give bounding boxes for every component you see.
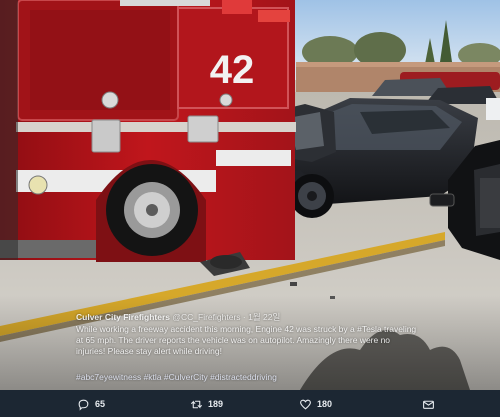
display-name[interactable]: Culver City Firefighters [76,312,170,322]
tweet-timestamp[interactable]: 1월 22일 [248,312,280,322]
direct-message-button[interactable] [422,396,440,412]
fire-truck: 42 [0,0,296,262]
like-icon [300,399,311,410]
tweet-action-bar: 65 189 180 [0,390,500,417]
retweet-button[interactable]: 189 [190,396,223,412]
direct-message-icon [423,400,434,409]
reply-button[interactable]: 65 [77,396,105,412]
truck-number: 42 [210,48,255,92]
tweet-header: Culver City Firefighters @CC_Firefighter… [76,312,421,323]
retweet-count: 189 [208,399,224,409]
tweet-text-overlay: Culver City Firefighters @CC_Firefighter… [76,312,421,357]
separator: · [242,312,246,322]
retweet-icon [191,399,202,409]
reply-count: 65 [95,399,106,409]
reply-icon [78,399,89,411]
like-count: 180 [317,399,333,409]
tweet-body: While working a freeway accident this mo… [76,324,417,356]
tweet-hashtags[interactable]: #abc7eyewitness #ktla #CulverCity #distr… [76,372,277,382]
like-button[interactable]: 180 [299,396,332,412]
user-handle[interactable]: @CC_Firefighters [172,312,240,322]
